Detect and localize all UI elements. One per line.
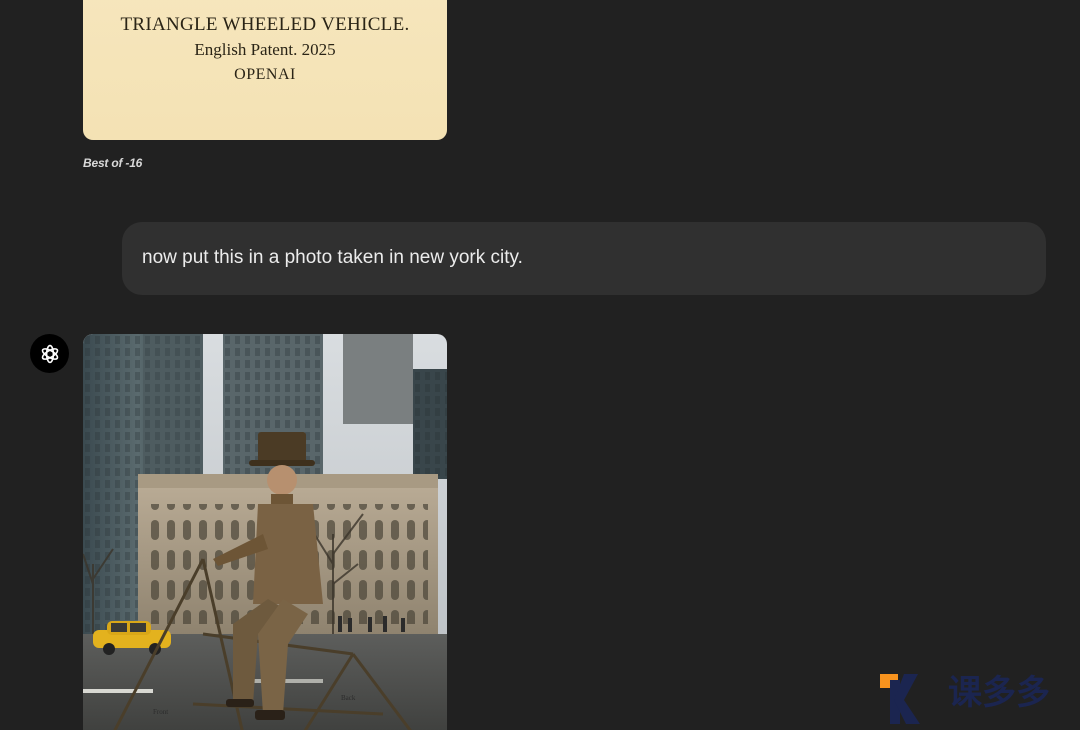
generated-image-nyc[interactable]: Front Back xyxy=(83,334,447,730)
assistant-avatar xyxy=(30,334,69,373)
chat-page: TRIANGLE WHEELED VEHICLE. English Patent… xyxy=(0,0,1080,730)
user-message-bubble: now put this in a photo taken in new yor… xyxy=(122,222,1046,295)
back-label: Back xyxy=(341,694,356,702)
openai-logo-icon xyxy=(41,344,58,363)
patent-title: TRIANGLE WHEELED VEHICLE. xyxy=(120,14,410,35)
image-caption: Best of -16 xyxy=(83,156,143,170)
patent-subtitle: English Patent. 2025 xyxy=(194,40,336,59)
generated-image-patent[interactable]: TRIANGLE WHEELED VEHICLE. English Patent… xyxy=(83,0,447,140)
nyc-photo-illustration: Front Back xyxy=(83,334,447,730)
user-message-text: now put this in a photo taken in new yor… xyxy=(142,247,523,268)
patent-org: OPENAI xyxy=(234,66,296,83)
front-label: Front xyxy=(153,708,168,716)
watermark-text: 课多多 xyxy=(948,673,1050,713)
watermark-logo-graphic: 课多多 xyxy=(880,673,1050,724)
watermark-logo: 课多多 xyxy=(880,670,1080,730)
patent-text-block: TRIANGLE WHEELED VEHICLE. English Patent… xyxy=(83,12,447,87)
